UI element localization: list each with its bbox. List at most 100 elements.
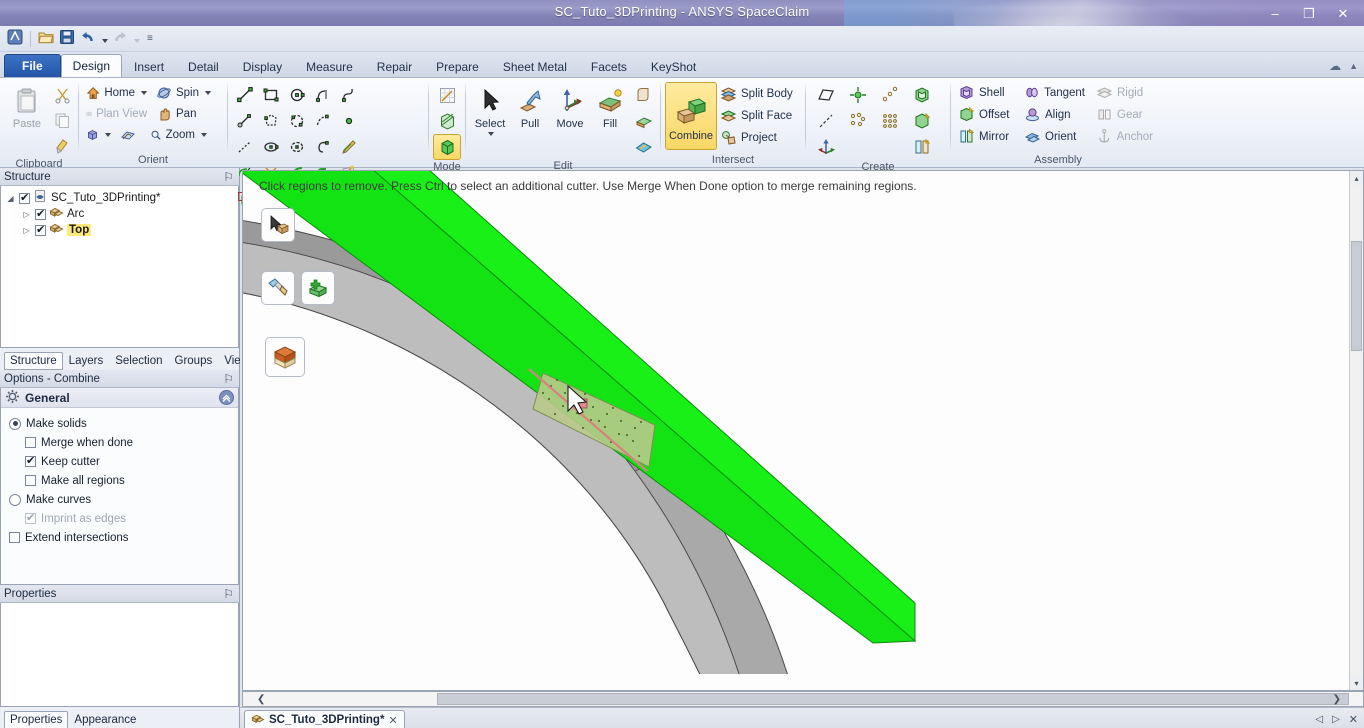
scroll-right-button[interactable]: ❯ <box>1333 694 1341 705</box>
fill-button[interactable]: Fill <box>590 82 630 131</box>
checkbox-keep-cutter[interactable] <box>25 456 36 467</box>
viewport-vertical-scrollbar[interactable]: ▴ ▾ <box>1349 171 1363 690</box>
panel-tab-selection[interactable]: Selection <box>109 352 168 370</box>
rigid-button[interactable]: Rigid <box>1093 82 1159 103</box>
option-keep-cutter[interactable]: Keep cutter <box>9 452 238 471</box>
previous-view-button[interactable] <box>117 124 147 145</box>
tab-display[interactable]: Display <box>231 55 294 77</box>
visibility-checkbox-top[interactable] <box>35 225 46 236</box>
vertical-scroll-thumb[interactable] <box>1351 241 1362 351</box>
spline-tool-icon[interactable] <box>336 82 362 108</box>
scroll-left-button[interactable]: ❮ <box>257 694 265 705</box>
mirror-button[interactable]: Mirror <box>955 126 1017 147</box>
polygon-tool-icon[interactable] <box>258 108 284 134</box>
structure-tree[interactable]: ◢ SC_Tuto_3DPrinting* ▷ Arc ▷ <box>0 186 239 348</box>
doc-nav-next-icon[interactable]: ▷ <box>1332 714 1340 725</box>
offset-create-icon[interactable] <box>906 108 938 134</box>
viewport-horizontal-scrollbar[interactable]: ❮ ❯ <box>242 691 1364 707</box>
panel-tab-appearance[interactable]: Appearance <box>68 711 142 728</box>
reference-line-tool-icon[interactable] <box>232 134 258 160</box>
redo-icon[interactable] <box>111 28 129 49</box>
undo-dropdown-icon[interactable] <box>100 32 108 46</box>
open-icon[interactable] <box>37 28 55 49</box>
expand-arrow-top[interactable]: ▷ <box>21 226 32 235</box>
point-set-icon[interactable] <box>874 82 906 108</box>
minimize-ribbon-icon[interactable]: ▲ <box>1349 61 1358 71</box>
tab-file[interactable]: File <box>4 54 61 77</box>
shell-tool-icon[interactable] <box>630 108 656 133</box>
option-make-all-regions[interactable]: Make all regions <box>9 471 238 490</box>
point-grid-icon[interactable] <box>874 108 906 134</box>
pin-icon-properties[interactable]: ⚐ <box>223 587 234 601</box>
format-painter-button[interactable] <box>50 133 74 157</box>
point-tool-icon[interactable] <box>336 108 362 134</box>
pull-button[interactable]: Pull <box>510 82 550 131</box>
project-button[interactable]: Project <box>717 127 799 148</box>
undo-icon[interactable] <box>79 28 97 49</box>
panel-tab-layers[interactable]: Layers <box>63 352 110 370</box>
pan-button[interactable]: Pan <box>153 103 217 124</box>
blend-tool-icon[interactable] <box>630 82 656 107</box>
panel-tab-structure[interactable]: Structure <box>4 352 63 370</box>
tree-row-arc[interactable]: ▷ Arc <box>3 206 236 222</box>
home-button[interactable]: Home <box>83 82 153 103</box>
ellipse-tool-icon[interactable] <box>258 134 284 160</box>
pin-icon-options[interactable]: ⚐ <box>223 372 234 386</box>
option-merge-when-done[interactable]: Merge when done <box>9 433 238 452</box>
zoom-button[interactable]: Zoom <box>147 124 213 145</box>
draft-tool-icon[interactable] <box>630 134 656 159</box>
option-extend-intersections[interactable]: Extend intersections <box>9 528 238 547</box>
line-tool-icon[interactable] <box>232 82 258 108</box>
line-create-icon[interactable] <box>810 108 842 134</box>
sketch-mode-icon[interactable] <box>433 82 461 108</box>
close-button[interactable]: ✕ <box>1326 2 1360 24</box>
checkbox-extend-intersections[interactable] <box>9 532 20 543</box>
expand-arrow-arc[interactable]: ▷ <box>21 210 32 219</box>
app-menu-icon[interactable] <box>6 28 24 49</box>
three-d-mode-icon[interactable] <box>433 134 461 160</box>
construction-line-tool-icon[interactable] <box>232 108 258 134</box>
grid-pattern-icon[interactable] <box>874 134 906 160</box>
split-body-button[interactable]: Split Body <box>717 83 799 104</box>
select-cutter-icon[interactable] <box>261 208 295 242</box>
split-face-button[interactable]: Split Face <box>717 105 799 126</box>
view-button[interactable] <box>83 124 117 145</box>
doc-nav-prev-icon[interactable]: ◁ <box>1315 714 1323 725</box>
select-button[interactable]: Select <box>470 82 510 137</box>
copy-button[interactable] <box>50 108 74 132</box>
tab-detail[interactable]: Detail <box>176 55 231 77</box>
expand-arrow-document[interactable]: ◢ <box>5 194 16 203</box>
checkbox-make-all-regions[interactable] <box>25 475 36 486</box>
plane-create-icon[interactable] <box>810 82 842 108</box>
document-tab[interactable]: SC_Tuto_3DPrinting* ✕ <box>244 710 405 728</box>
shell-button[interactable]: Shell <box>955 82 1017 103</box>
tab-sheet-metal[interactable]: Sheet Metal <box>491 55 579 77</box>
orient-button[interactable]: Orient <box>1021 126 1091 147</box>
document-tab-close-icon[interactable]: ✕ <box>388 714 397 727</box>
rectangle-tool-icon[interactable] <box>258 82 284 108</box>
option-make-solids[interactable]: Make solids <box>9 414 238 433</box>
ellipse-arc-tool-icon[interactable] <box>284 134 310 160</box>
cut-button[interactable] <box>50 83 74 107</box>
edit-sketch-tool-icon[interactable] <box>336 134 362 160</box>
select-dropdown-icon[interactable] <box>488 132 494 136</box>
coordinate-system-icon[interactable] <box>810 134 842 160</box>
checkbox-merge-when-done[interactable] <box>25 437 36 448</box>
anchor-button[interactable]: Anchor <box>1093 126 1159 147</box>
panel-tab-properties[interactable]: Properties <box>4 711 68 728</box>
graphics-viewport[interactable]: Click regions to remove. Press Ctrl to s… <box>242 170 1364 691</box>
tab-keyshot[interactable]: KeyShot <box>639 55 708 77</box>
cutter-body-icon[interactable] <box>265 337 305 377</box>
tab-repair[interactable]: Repair <box>365 55 424 77</box>
radio-make-curves[interactable] <box>9 494 21 506</box>
paste-button[interactable]: Paste <box>4 82 50 131</box>
tangent-arc-tool-icon[interactable] <box>310 82 336 108</box>
origin-create-icon[interactable] <box>842 108 874 134</box>
axis-create-icon[interactable] <box>842 82 874 108</box>
tree-row-document[interactable]: ◢ SC_Tuto_3DPrinting* <box>3 190 236 206</box>
tab-measure[interactable]: Measure <box>294 55 365 77</box>
collapse-section-icon[interactable] <box>219 390 234 408</box>
three-point-arc-tool-icon[interactable] <box>310 108 336 134</box>
minimize-button[interactable]: – <box>1258 2 1292 24</box>
tab-prepare[interactable]: Prepare <box>424 55 491 77</box>
